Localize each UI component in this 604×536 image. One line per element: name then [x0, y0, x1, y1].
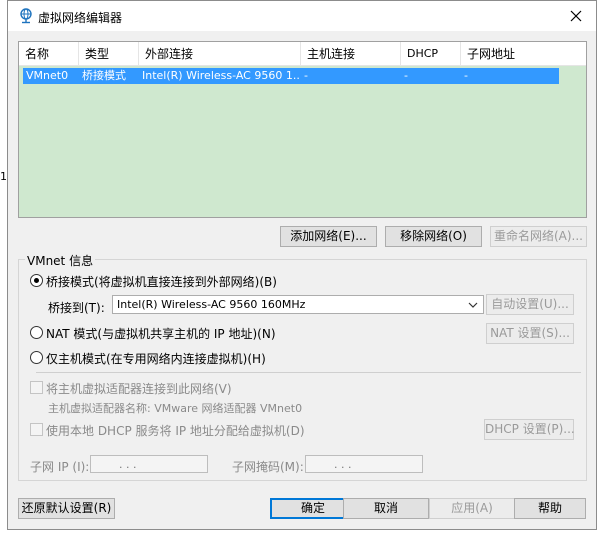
nat-label[interactable]: NAT 模式(与虚拟机共享主机的 IP 地址)(N)	[46, 325, 276, 342]
divider	[36, 372, 581, 373]
title-bar: 虚拟网络编辑器	[8, 1, 596, 31]
add-network-button[interactable]: 添加网络(E)...	[280, 226, 377, 247]
column-type[interactable]: 类型	[79, 42, 139, 66]
virtual-network-editor-window: 虚拟网络编辑器 名称 类型 外部连接 主机连接 DHCP 子网地址 VMnet0…	[7, 0, 597, 530]
remove-network-button[interactable]: 移除网络(O)	[385, 226, 482, 247]
adapter-name-text: 主机虚拟适配器名称: VMware 网络适配器 VMnet0	[48, 402, 303, 415]
side-mark: 1	[0, 170, 7, 183]
column-dhcp[interactable]: DHCP	[401, 42, 461, 66]
vmnet-info-legend: VMnet 信息	[25, 252, 96, 269]
dhcp-label[interactable]: 使用本地 DHCP 服务将 IP 地址分配给虚拟机(D)	[46, 422, 305, 439]
table-row[interactable]: VMnet0 桥接模式 Intel(R) Wireless-AC 9560 1.…	[23, 68, 559, 84]
dhcp-checkbox[interactable]	[30, 423, 43, 436]
connect-adapter-label[interactable]: 将主机虚拟适配器连接到此网络(V)	[46, 380, 232, 397]
subnet-mask-dots: . . .	[334, 458, 352, 471]
close-button[interactable]	[556, 1, 596, 31]
help-button[interactable]: 帮助	[514, 498, 586, 519]
auto-settings-button[interactable]: 自动设置(U)...	[486, 294, 574, 315]
row-dhcp: -	[404, 69, 408, 82]
row-subnet: -	[464, 69, 468, 82]
column-subnet[interactable]: 子网地址	[461, 42, 586, 66]
column-host[interactable]: 主机连接	[301, 42, 401, 66]
connect-adapter-checkbox[interactable]	[30, 381, 43, 394]
rename-network-button[interactable]: 重命名网络(A)...	[490, 226, 587, 247]
subnet-mask-label: 子网掩码(M):	[232, 460, 304, 474]
chevron-down-icon	[468, 302, 478, 308]
row-type: 桥接模式	[82, 69, 126, 82]
bridged-to-label: 桥接到(T):	[48, 301, 105, 315]
bridged-radio[interactable]	[30, 274, 43, 287]
bridged-to-value: Intel(R) Wireless-AC 9560 160MHz	[117, 298, 306, 311]
list-header: 名称 类型 外部连接 主机连接 DHCP 子网地址	[19, 42, 586, 66]
apply-button[interactable]: 应用(A)	[429, 498, 515, 519]
close-icon	[570, 10, 582, 22]
nat-radio[interactable]	[30, 326, 43, 339]
subnet-mask-input[interactable]: . . .	[305, 455, 423, 473]
restore-defaults-button[interactable]: 还原默认设置(R)	[18, 498, 115, 519]
cancel-button[interactable]: 取消	[343, 498, 429, 519]
subnet-ip-input[interactable]: . . .	[90, 455, 208, 473]
row-name: VMnet0	[26, 69, 69, 82]
row-host: -	[304, 69, 308, 82]
host-only-label[interactable]: 仅主机模式(在专用网络内连接虚拟机)(H)	[46, 350, 266, 367]
row-external: Intel(R) Wireless-AC 9560 1...	[142, 69, 299, 82]
bridged-label[interactable]: 桥接模式(将虚拟机直接连接到外部网络)(B)	[46, 273, 277, 290]
column-external[interactable]: 外部连接	[139, 42, 301, 66]
network-list[interactable]: 名称 类型 外部连接 主机连接 DHCP 子网地址 VMnet0 桥接模式 In…	[18, 41, 587, 218]
column-name[interactable]: 名称	[19, 42, 79, 66]
subnet-ip-dots: . . .	[119, 458, 137, 471]
window-title: 虚拟网络编辑器	[38, 11, 123, 25]
network-globe-icon	[20, 8, 32, 24]
dhcp-settings-button[interactable]: DHCP 设置(P)...	[484, 419, 575, 440]
vmnet-info-group	[18, 259, 587, 481]
subnet-ip-label: 子网 IP (I):	[30, 460, 90, 474]
bridged-to-select[interactable]: Intel(R) Wireless-AC 9560 160MHz	[112, 295, 484, 314]
host-only-radio[interactable]	[30, 351, 43, 364]
nat-settings-button[interactable]: NAT 设置(S)...	[486, 323, 574, 344]
